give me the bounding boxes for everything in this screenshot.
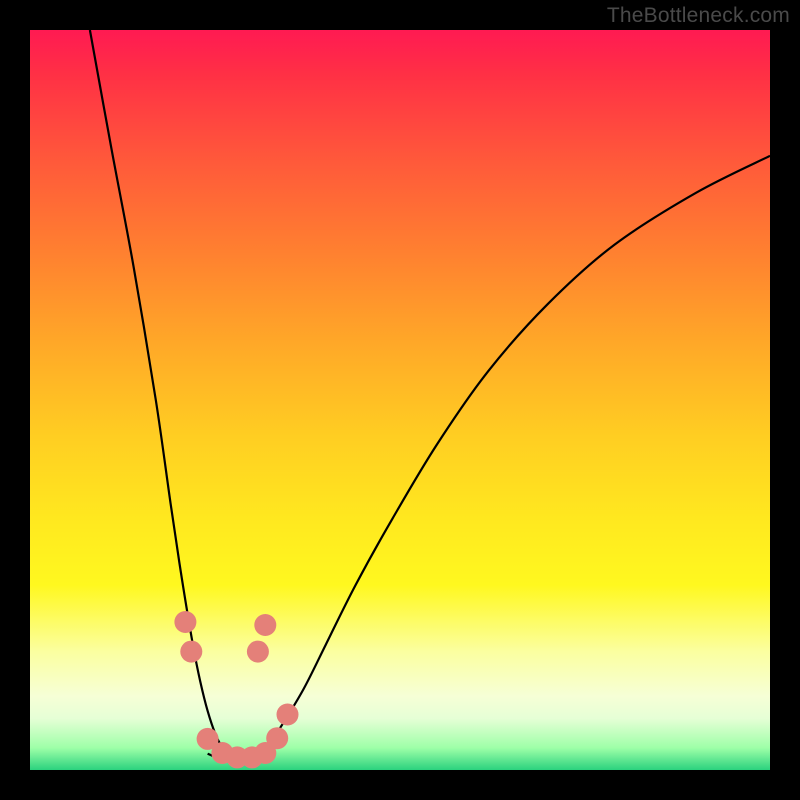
data-marker	[277, 704, 299, 726]
data-marker	[180, 641, 202, 663]
chart-svg	[30, 30, 770, 770]
chart-frame: TheBottleneck.com	[0, 0, 800, 800]
data-marker	[174, 611, 196, 633]
curve-right	[252, 156, 770, 757]
markers-group	[174, 611, 298, 768]
watermark-text: TheBottleneck.com	[607, 4, 790, 28]
series-right-branch	[252, 156, 770, 757]
plot-area	[30, 30, 770, 770]
data-marker	[266, 727, 288, 749]
data-marker	[254, 614, 276, 636]
series-left-branch	[90, 30, 230, 757]
curve-left	[90, 30, 230, 757]
data-marker	[247, 641, 269, 663]
